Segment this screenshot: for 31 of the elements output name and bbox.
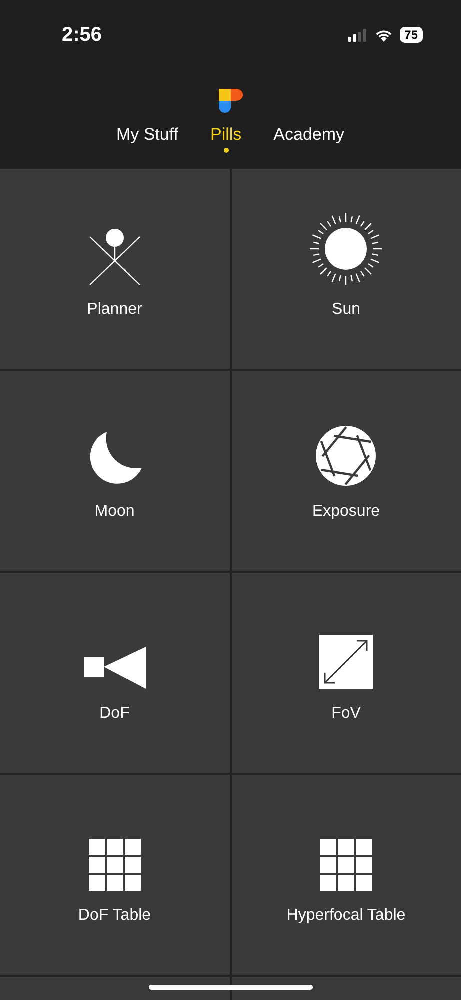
stick-figure-icon	[86, 229, 143, 285]
tile-label: Exposure	[312, 503, 380, 521]
tool-tile[interactable]: FoV	[232, 573, 461, 773]
tile-label: DoF	[100, 705, 130, 723]
tool-tile[interactable]: Sun	[232, 169, 461, 369]
tile-label: Moon	[94, 503, 135, 521]
tile-label: Hyperfocal Table	[286, 907, 406, 925]
status-time: 2:56	[62, 24, 102, 46]
grid-table-icon	[88, 839, 141, 891]
tool-tile[interactable]: Hyperfocal Table	[232, 775, 461, 975]
nav-tab[interactable]: Academy	[258, 119, 361, 155]
tool-tile[interactable]: DoF	[0, 573, 230, 773]
resize-icon	[319, 635, 374, 689]
grid-table-icon	[320, 839, 372, 891]
tool-tile[interactable]: Planner	[0, 169, 230, 369]
tile-label: Planner	[87, 301, 142, 319]
signal-icon	[348, 28, 368, 42]
wifi-icon	[374, 28, 393, 42]
aperture-icon	[315, 425, 378, 487]
tool-tile[interactable]: DoF Table	[0, 775, 230, 975]
tile-label: Sun	[332, 301, 360, 319]
nav-tab[interactable]: My Stuff	[100, 119, 194, 155]
camera-cone-icon	[84, 647, 146, 689]
tool-tile[interactable]: Moon	[0, 371, 230, 571]
app-logo-icon	[218, 89, 242, 113]
nav-tab[interactable]: Pills	[194, 119, 258, 155]
tile-label: FoV	[332, 705, 361, 723]
tile-label: DoF Table	[78, 907, 152, 925]
battery-indicator: 75	[400, 27, 423, 43]
tool-tile[interactable]: Exposure	[232, 371, 461, 571]
sun-icon	[310, 213, 382, 285]
